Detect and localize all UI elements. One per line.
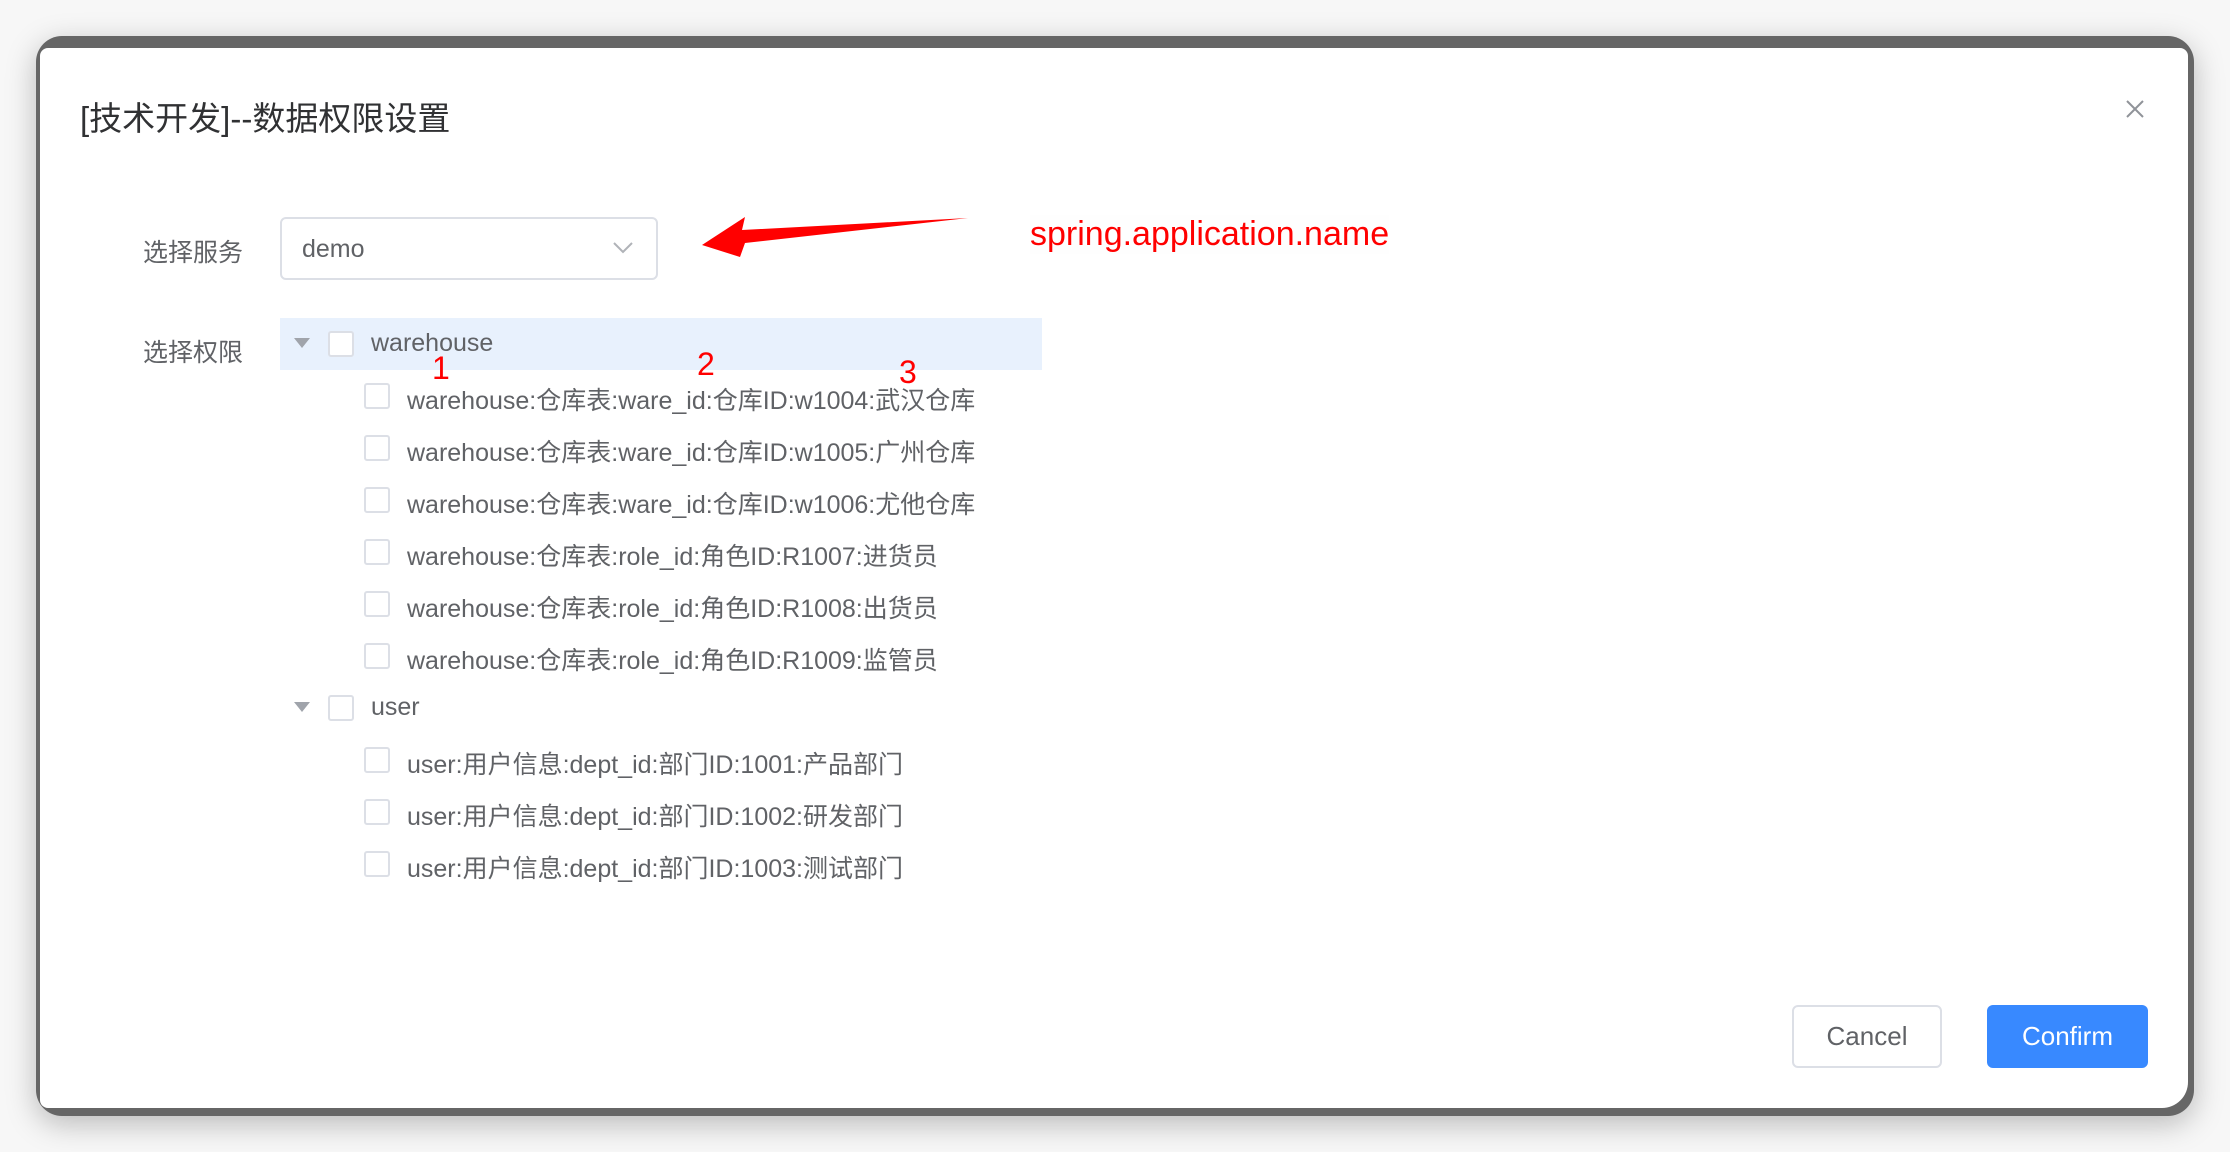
annotation-number-3: 3 bbox=[899, 354, 917, 390]
close-icon[interactable] bbox=[2120, 94, 2150, 124]
checkbox[interactable] bbox=[364, 487, 390, 513]
permission-label: 选择权限 bbox=[143, 339, 244, 367]
tree-leaf[interactable]: user:用户信息:dept_id:部门ID:1002:研发部门 bbox=[280, 786, 1042, 838]
tree-leaf-label: warehouse:仓库表:role_id:角色ID:R1008:出货员 bbox=[407, 595, 938, 623]
dialog-title: [技术开发]--数据权限设置 bbox=[80, 100, 451, 137]
tree-leaf[interactable]: warehouse:仓库表:role_id:角色ID:R1007:进货员 bbox=[280, 526, 1042, 578]
tree-leaf-label: warehouse:仓库表:ware_id:仓库ID:w1005:广州仓库 bbox=[407, 439, 976, 467]
cancel-button[interactable]: Cancel bbox=[1792, 1005, 1942, 1068]
confirm-button[interactable]: Confirm bbox=[1987, 1005, 2148, 1068]
checkbox[interactable] bbox=[328, 331, 354, 357]
service-select-value: demo bbox=[302, 235, 365, 263]
tree-leaf-label: warehouse:仓库表:ware_id:仓库ID:w1006:尤他仓库 bbox=[407, 491, 976, 519]
service-select[interactable]: demo bbox=[280, 217, 658, 280]
checkbox[interactable] bbox=[364, 435, 390, 461]
tree-leaf-label: user:用户信息:dept_id:部门ID:1003:测试部门 bbox=[407, 855, 903, 883]
annotation-number-1: 1 bbox=[432, 350, 450, 386]
annotation-number-2: 2 bbox=[697, 346, 715, 382]
tree-leaf-label: warehouse:仓库表:role_id:角色ID:R1007:进货员 bbox=[407, 543, 938, 571]
tree-node-user[interactable]: user bbox=[280, 682, 1042, 734]
chevron-down-icon bbox=[613, 242, 633, 254]
tree-leaf-label: user:用户信息:dept_id:部门ID:1001:产品部门 bbox=[407, 751, 903, 779]
tree-leaf-label: warehouse:仓库表:role_id:角色ID:R1009:监管员 bbox=[407, 647, 938, 675]
checkbox[interactable] bbox=[364, 851, 390, 877]
tree-leaf[interactable]: warehouse:仓库表:ware_id:仓库ID:w1004:武汉仓库 bbox=[280, 370, 1042, 422]
tree-leaf-label: warehouse:仓库表:ware_id:仓库ID:w1004:武汉仓库 bbox=[407, 387, 976, 415]
tree-node-label: user bbox=[371, 693, 420, 721]
tree-node-warehouse[interactable]: warehouse bbox=[280, 318, 1042, 370]
annotation-arrow bbox=[702, 217, 968, 257]
checkbox[interactable] bbox=[364, 643, 390, 669]
tree-leaf[interactable]: user:用户信息:dept_id:部门ID:1001:产品部门 bbox=[280, 734, 1042, 786]
tree-leaf[interactable]: user:用户信息:dept_id:部门ID:1003:测试部门 bbox=[280, 838, 1042, 890]
checkbox[interactable] bbox=[364, 539, 390, 565]
tree-leaf[interactable]: warehouse:仓库表:role_id:角色ID:R1009:监管员 bbox=[280, 630, 1042, 682]
service-label: 选择服务 bbox=[143, 239, 244, 267]
annotation-text: spring.application.name bbox=[1030, 215, 1390, 254]
caret-down-icon[interactable] bbox=[294, 702, 310, 712]
checkbox[interactable] bbox=[328, 695, 354, 721]
caret-down-icon[interactable] bbox=[294, 338, 310, 348]
checkbox[interactable] bbox=[364, 383, 390, 409]
checkbox[interactable] bbox=[364, 799, 390, 825]
checkbox[interactable] bbox=[364, 747, 390, 773]
tree-leaf[interactable]: warehouse:仓库表:ware_id:仓库ID:w1005:广州仓库 bbox=[280, 422, 1042, 474]
checkbox[interactable] bbox=[364, 591, 390, 617]
tree-leaf[interactable]: warehouse:仓库表:ware_id:仓库ID:w1006:尤他仓库 bbox=[280, 474, 1042, 526]
tree-leaf[interactable]: warehouse:仓库表:role_id:角色ID:R1008:出货员 bbox=[280, 578, 1042, 630]
tree-leaf-label: user:用户信息:dept_id:部门ID:1002:研发部门 bbox=[407, 803, 903, 831]
